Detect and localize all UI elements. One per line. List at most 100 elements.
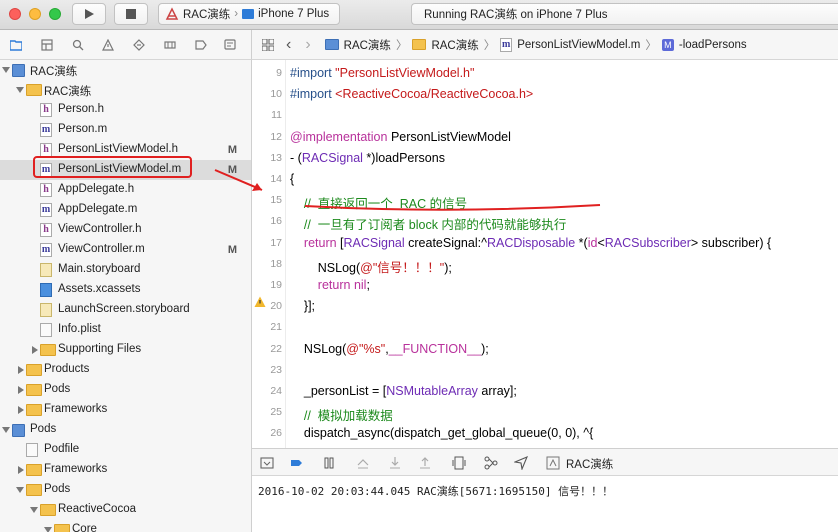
code-line[interactable]: {: [290, 172, 294, 186]
tree-item[interactable]: m PersonListViewModel.m M: [0, 160, 251, 180]
tree-item[interactable]: h PersonListViewModel.h M: [0, 140, 251, 160]
tree-item[interactable]: Supporting Files: [0, 340, 251, 360]
breakpoints-toggle-icon[interactable]: [290, 456, 304, 470]
line-number: 10: [270, 88, 282, 101]
chevron-right-icon: ›: [234, 8, 239, 20]
tree-item[interactable]: Info.plist: [0, 320, 251, 340]
console-line: 2016-10-02 20:03:44.045 RAC演练[5671:16951…: [258, 485, 614, 498]
tree-item[interactable]: h Person.h: [0, 100, 251, 120]
tree-item[interactable]: Main.storyboard: [0, 260, 251, 280]
tree-item[interactable]: h ViewController.h: [0, 220, 251, 240]
tree-item[interactable]: m ViewController.m M: [0, 240, 251, 260]
code-line[interactable]: return [RACSignal createSignal:^RACDispo…: [290, 236, 771, 250]
tree-item[interactable]: Pods: [0, 380, 251, 400]
code-line[interactable]: return nil;: [290, 278, 370, 292]
disclosure-open-icon[interactable]: [16, 487, 24, 493]
source-control-icon[interactable]: [41, 39, 53, 51]
hide-debug-area-icon[interactable]: [260, 456, 274, 470]
tree-item[interactable]: Core: [0, 520, 251, 532]
tree-item-label: ReactiveCocoa: [58, 503, 136, 515]
tree-item[interactable]: RAC演练: [0, 60, 251, 80]
line-number-gutter[interactable]: 9101112131415161718192021222324252627282…: [252, 60, 286, 448]
console-output[interactable]: 2016-10-02 20:03:44.045 RAC演练[5671:16951…: [252, 476, 838, 532]
search-icon[interactable]: [72, 39, 84, 51]
disclosure-closed-icon[interactable]: [18, 386, 24, 394]
code-line[interactable]: NSLog(@"%s",__FUNCTION__);: [290, 342, 489, 356]
tree-item[interactable]: Products: [0, 360, 251, 380]
code-line[interactable]: NSLog(@"信号！！！");: [290, 257, 452, 276]
code-line[interactable]: #import "PersonListViewModel.h": [290, 66, 474, 80]
tree-item[interactable]: LaunchScreen.storyboard: [0, 300, 251, 320]
forward-icon[interactable]: ›: [305, 36, 310, 54]
tree-item[interactable]: RAC演练: [0, 80, 251, 100]
debug-icon[interactable]: [164, 39, 176, 51]
breadcrumb-project[interactable]: RAC演练: [344, 37, 391, 53]
code-line[interactable]: #import <ReactiveCocoa/ReactiveCocoa.h>: [290, 87, 533, 101]
warning-icon[interactable]: [254, 296, 266, 308]
run-button[interactable]: [72, 3, 106, 25]
warning-icon[interactable]: [102, 39, 114, 51]
line-number: 16: [270, 215, 282, 228]
report-icon[interactable]: [224, 39, 236, 51]
code-line[interactable]: // 一旦有了订阅者 block 内部的代码就能够执行: [290, 214, 567, 233]
line-number: 11: [271, 109, 282, 122]
tree-item[interactable]: m Person.m: [0, 120, 251, 140]
tree-item[interactable]: h AppDelegate.h: [0, 180, 251, 200]
stop-icon: [126, 9, 136, 19]
disclosure-open-icon[interactable]: [2, 67, 10, 73]
code-line[interactable]: // 模拟加载数据: [290, 405, 393, 424]
tree-item[interactable]: Podfile: [0, 440, 251, 460]
code-line[interactable]: dispatch_async(dispatch_get_global_queue…: [290, 426, 593, 440]
grid-icon[interactable]: [262, 38, 274, 51]
disclosure-closed-icon[interactable]: [32, 346, 38, 354]
stop-button[interactable]: [114, 3, 148, 25]
code-line[interactable]: @implementation PersonListViewModel: [290, 130, 511, 144]
breadcrumb-method[interactable]: -loadPersons: [679, 39, 747, 51]
source-editor[interactable]: 9101112131415161718192021222324252627282…: [252, 60, 838, 448]
disclosure-closed-icon[interactable]: [18, 366, 24, 374]
device-icon: [242, 9, 255, 19]
header-file-icon: h: [40, 183, 52, 197]
code-line[interactable]: - (RACSignal *)loadPersons: [290, 151, 445, 165]
scheme-selector[interactable]: RAC演练 › iPhone 7 Plus: [158, 3, 340, 25]
disclosure-closed-icon[interactable]: [18, 406, 24, 414]
tree-item[interactable]: ReactiveCocoa: [0, 500, 251, 520]
code-line[interactable]: }];: [290, 299, 315, 313]
folder-icon[interactable]: [10, 39, 22, 51]
folder-icon: [26, 384, 42, 396]
breadcrumb-file[interactable]: PersonListViewModel.m: [517, 39, 640, 51]
tree-item[interactable]: Frameworks: [0, 400, 251, 420]
step-out-icon[interactable]: [418, 456, 432, 470]
folder-icon: [40, 504, 56, 516]
disclosure-open-icon[interactable]: [2, 427, 10, 433]
tree-item[interactable]: Pods: [0, 420, 251, 440]
location-icon[interactable]: [514, 456, 528, 470]
disclosure-open-icon[interactable]: [16, 87, 24, 93]
close-window-button[interactable]: [9, 8, 21, 20]
tree-item[interactable]: m AppDelegate.m: [0, 200, 251, 220]
step-into-icon[interactable]: [388, 456, 402, 470]
pause-icon[interactable]: [322, 456, 336, 470]
disclosure-open-icon[interactable]: [44, 527, 52, 532]
zoom-window-button[interactable]: [49, 8, 61, 20]
tree-item[interactable]: Assets.xcassets: [0, 280, 251, 300]
disclosure-open-icon[interactable]: [30, 507, 38, 513]
tree-item-label: RAC演练: [44, 86, 92, 98]
tree-item[interactable]: Pods: [0, 480, 251, 500]
project-icon: [12, 64, 25, 77]
code-line[interactable]: // 直接返回一个 RAC 的信号: [290, 193, 467, 212]
test-icon[interactable]: [133, 39, 145, 51]
tree-item-label: Person.m: [58, 123, 108, 135]
tree-item[interactable]: Frameworks: [0, 460, 251, 480]
breadcrumb-group[interactable]: RAC演练: [431, 37, 478, 53]
minimize-window-button[interactable]: [29, 8, 41, 20]
code-line[interactable]: _personList = [NSMutableArray array];: [290, 384, 517, 398]
view-hierarchy-icon[interactable]: [452, 456, 466, 470]
memory-graph-icon[interactable]: [484, 456, 498, 470]
tree-item-label: Products: [44, 363, 90, 375]
step-over-icon[interactable]: [356, 456, 370, 470]
breakpoint-icon[interactable]: [195, 39, 207, 51]
back-icon[interactable]: ‹: [286, 36, 291, 54]
disclosure-closed-icon[interactable]: [18, 466, 24, 474]
project-icon: [12, 424, 25, 437]
